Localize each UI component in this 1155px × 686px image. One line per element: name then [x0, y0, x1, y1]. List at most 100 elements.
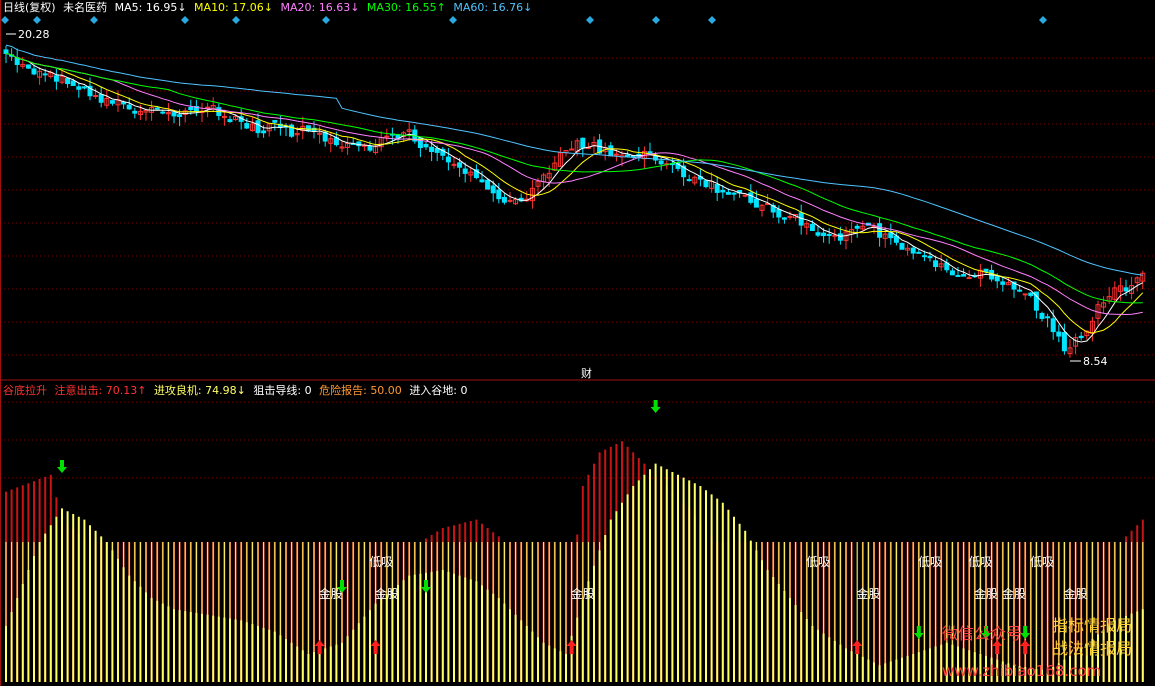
candle-body: [927, 255, 933, 259]
danger-report-value: 50.00: [370, 384, 402, 397]
diamond-marker: [232, 16, 240, 24]
candle-body: [787, 215, 793, 218]
signal-label-gold: 金股: [375, 586, 399, 601]
ma60-label: MA60:: [453, 1, 489, 14]
guide-line-value: 0: [304, 384, 312, 397]
signal-label-gold: 金股: [1064, 586, 1088, 601]
signal-label-dip: 低吸: [968, 555, 992, 569]
candle-body: [888, 232, 894, 239]
candle-body: [132, 110, 138, 114]
green-arrow-head: [913, 633, 924, 639]
valley-entry-label: 进入谷地:: [409, 384, 458, 397]
candle-body: [501, 196, 507, 203]
indicator-panel-header: 谷底拉升 注意出击: 70.13↑ 进攻良机: 74.98↓ 狙击导线: 0 危…: [3, 384, 472, 398]
candle-body: [507, 199, 513, 202]
green-arrow-shaft: [424, 580, 428, 587]
candle-body: [994, 276, 1000, 282]
candle-body: [154, 107, 160, 110]
candle-body: [244, 123, 250, 129]
moving-average-lines: [5, 44, 1144, 343]
ma10-label: MA10:: [194, 1, 229, 14]
candle-body: [731, 192, 737, 195]
candle-body: [961, 274, 967, 277]
candle-body: [1039, 312, 1045, 319]
candle-body: [821, 232, 827, 237]
candle-body: [457, 162, 463, 168]
indicator-name[interactable]: 谷底拉升: [3, 384, 47, 397]
finance-marker[interactable]: 财: [581, 366, 592, 380]
candle-body: [1061, 332, 1067, 352]
candle-body: [53, 75, 59, 82]
indicator-signal-labels: 金股 金股低吸金股 金股低吸 低吸 低吸金股 金股低吸金股: [319, 555, 1088, 601]
diamond-marker: [652, 16, 660, 24]
candle-body: [742, 194, 748, 197]
signal-label-dip: 低吸: [918, 555, 942, 569]
signal-label-dip: 低吸: [806, 555, 830, 569]
signal-label-gold: 金股: [856, 586, 880, 601]
candle-body: [93, 95, 99, 98]
candle-body: [31, 68, 37, 75]
candle-body: [966, 277, 972, 280]
red-arrow-shaft: [373, 646, 378, 654]
candle-body: [916, 251, 922, 254]
red-arrow-shaft: [317, 646, 322, 654]
candle-body: [81, 86, 87, 89]
stock-chart[interactable]: 20.28 8.54 财 金股 金股低吸金股 金股低吸 低吸 低吸金股 金股低吸金股: [0, 0, 1155, 686]
signal-label-gold: 金股: [974, 586, 998, 601]
candle-body: [714, 184, 720, 193]
red-arrow-shaft: [569, 646, 574, 654]
candle-body: [25, 64, 31, 69]
candle-body: [949, 270, 955, 276]
ma60-value: 16.76↓: [491, 1, 533, 14]
diamond-marker: [449, 16, 457, 24]
candle-body: [434, 148, 440, 153]
candle-body: [221, 115, 227, 118]
candle-body: [910, 247, 916, 254]
ma30-value: 16.55↑: [405, 1, 446, 14]
red-arrow-head: [566, 640, 577, 646]
candle-body: [1000, 281, 1006, 285]
price-annotations: 20.28 8.54 财: [6, 28, 1108, 380]
candle-body: [160, 111, 166, 114]
candle-body: [3, 49, 9, 54]
candle-body: [126, 104, 132, 110]
candle-body: [205, 106, 211, 109]
signal-label-dip: 低吸: [1030, 555, 1054, 569]
ma30-label: MA30:: [366, 1, 402, 14]
candle-body: [826, 234, 832, 237]
candle-body: [1078, 335, 1084, 339]
low-price-label: 8.54: [1083, 355, 1108, 368]
price-panel-header: 日线(复权) 未名医药 MA5: 16.95↓ MA10: 17.06↓ MA2…: [3, 1, 536, 15]
watermark-line3: www.zhibiao168.com: [942, 662, 1102, 680]
diamond-marker: [1, 16, 9, 24]
candle-body: [171, 112, 177, 117]
red-arrow-head: [852, 640, 863, 646]
candle-body: [451, 163, 457, 166]
green-arrow-shaft: [653, 400, 658, 407]
candle-body: [227, 119, 233, 122]
period-label[interactable]: 日线(复权): [3, 1, 56, 14]
green-arrow-shaft: [60, 460, 64, 467]
danger-report-label: 危险报告:: [319, 384, 367, 397]
candle-body: [490, 185, 496, 194]
candle-body: [647, 151, 653, 154]
ma5-label: MA5:: [114, 1, 143, 14]
candle-body: [261, 130, 267, 134]
candle-body: [1056, 331, 1062, 337]
candle-body: [921, 255, 927, 258]
green-arrow-shaft: [916, 626, 921, 633]
red-arrow-head: [370, 640, 381, 646]
diamond-marker: [181, 16, 189, 24]
candle-body: [725, 191, 731, 195]
candle-body: [580, 137, 586, 149]
red-arrow-shaft: [855, 646, 860, 654]
green-arrow-head: [421, 587, 431, 593]
watermark-line1b: 指标情报局: [1052, 616, 1133, 635]
candle-body: [98, 93, 104, 103]
green-arrow-shaft: [1023, 626, 1028, 633]
candle-body: [720, 189, 726, 193]
diamond-marker: [33, 16, 41, 24]
high-price-label: 20.28: [18, 28, 50, 41]
candle-body: [65, 78, 71, 85]
valley-entry-value: 0: [460, 384, 468, 397]
